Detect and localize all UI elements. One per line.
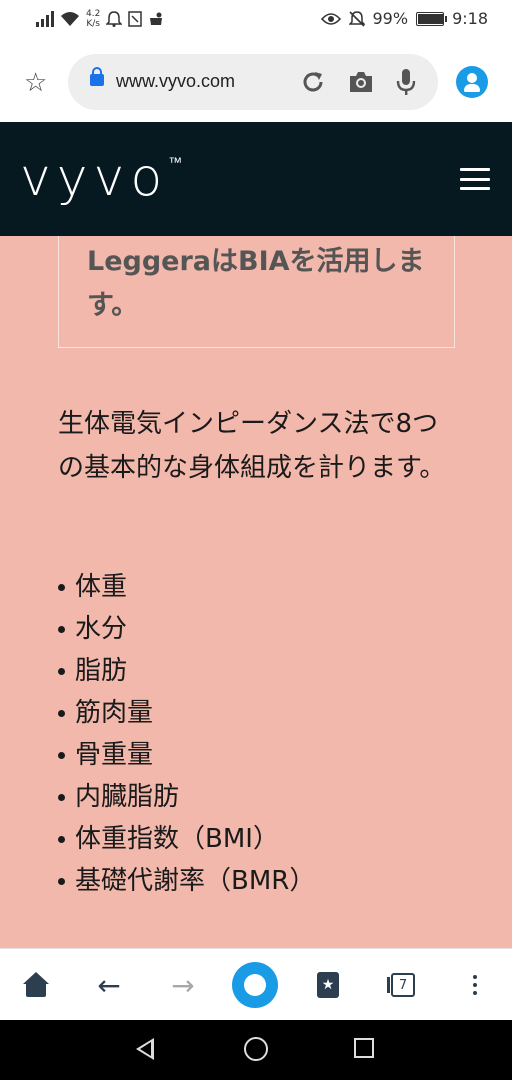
bullet-dot [58, 583, 65, 591]
camera-icon[interactable] [348, 70, 374, 94]
status-right: 99% 9:18 [320, 9, 488, 28]
home-button[interactable] [22, 967, 50, 1003]
list-item-label: 内臓脂肪 [75, 782, 180, 812]
arrow-left-icon: ← [97, 968, 121, 1002]
browser-bottom-bar: ← → ★ 7 [0, 948, 512, 1020]
browser-logo-icon [232, 962, 278, 1008]
browser-toolbar: ☆ www.vyvo.com [0, 42, 512, 122]
bullet-dot [58, 751, 65, 759]
tabs-icon: 7 [387, 973, 415, 997]
site-header: vyvo™ [0, 122, 512, 236]
list-item-label: 基礎代謝率（BMR） [75, 866, 316, 896]
system-back-icon[interactable] [136, 1038, 154, 1060]
mute-bell-icon [348, 10, 365, 27]
url-text[interactable]: www.vyvo.com [116, 71, 235, 92]
list-item: 骨重量 [58, 734, 315, 776]
list-item: 体重 [58, 566, 315, 608]
forward-button[interactable]: → [168, 967, 198, 1003]
sim-icon [128, 11, 143, 27]
page-content: LeggeraはBIAを活用します。 生体電気インピーダンス法で8つの基本的な身… [0, 236, 512, 948]
bookmark-icon: ★ [317, 972, 339, 998]
battery-percent: 99% [372, 9, 409, 28]
description-paragraph: 生体電気インピーダンス法で8つの基本的な身体組成を計ります。 [58, 409, 446, 483]
wifi-icon [61, 12, 79, 26]
bookmark-star-icon[interactable]: ☆ [24, 68, 47, 98]
address-bar-actions [300, 68, 416, 96]
home-icon [23, 972, 49, 998]
lock-icon [90, 67, 104, 86]
status-bar: 4.2 K/s 99% 9:18 [0, 0, 512, 42]
profile-avatar-icon[interactable] [456, 66, 488, 98]
signal-icon [36, 11, 54, 27]
status-left: 4.2 K/s [36, 9, 164, 29]
highlight-text: LeggeraはBIAを活用します。 [87, 246, 425, 321]
list-item: 内臓脂肪 [58, 776, 315, 818]
site-logo[interactable]: vyvo™ [20, 148, 182, 208]
back-button[interactable]: ← [94, 967, 124, 1003]
bullet-dot [58, 625, 65, 633]
list-item-label: 水分 [75, 614, 128, 644]
clock: 9:18 [452, 9, 488, 28]
battery-fill [418, 13, 444, 24]
list-item-label: 筋肉量 [75, 698, 154, 728]
list-item: 基礎代謝率（BMR） [58, 860, 315, 902]
bullet-dot [58, 709, 65, 717]
list-item-label: 脂肪 [75, 656, 128, 686]
system-nav-bar [0, 1020, 512, 1080]
more-vertical-icon [473, 975, 477, 995]
bullet-dot [58, 793, 65, 801]
microphone-icon[interactable] [396, 68, 416, 96]
system-recents-icon[interactable] [354, 1038, 374, 1058]
hamburger-menu-icon[interactable] [460, 168, 490, 190]
network-speed: 4.2 K/s [86, 9, 101, 29]
arrow-right-icon: → [171, 968, 195, 1002]
bell-icon [106, 11, 123, 27]
center-action-button[interactable] [232, 962, 278, 1008]
tabs-button[interactable]: 7 [387, 967, 416, 1003]
list-item-label: 体重 [75, 572, 128, 602]
list-item: 筋肉量 [58, 692, 315, 734]
list-item: 体重指数（BMI） [58, 818, 315, 860]
list-item-label: 骨重量 [75, 740, 154, 770]
app-notification-icon [150, 12, 163, 25]
bullet-dot [58, 835, 65, 843]
bullet-dot [58, 877, 65, 885]
eye-icon [320, 12, 341, 25]
system-home-icon[interactable] [244, 1037, 268, 1061]
bullet-dot [58, 667, 65, 675]
bookmarks-button[interactable]: ★ [316, 967, 340, 1003]
battery-icon [416, 11, 448, 26]
list-item: 水分 [58, 608, 315, 650]
highlight-box: LeggeraはBIAを活用します。 [58, 236, 455, 348]
metrics-list: 体重水分脂肪筋肉量骨重量内臓脂肪体重指数（BMI） 基礎代謝率（BMR） [58, 566, 315, 902]
more-menu-button[interactable] [470, 967, 480, 1003]
list-item-label: 体重指数（BMI） [75, 824, 279, 854]
reload-icon[interactable] [300, 69, 326, 95]
list-item: 脂肪 [58, 650, 315, 692]
address-bar[interactable]: www.vyvo.com [68, 54, 438, 110]
